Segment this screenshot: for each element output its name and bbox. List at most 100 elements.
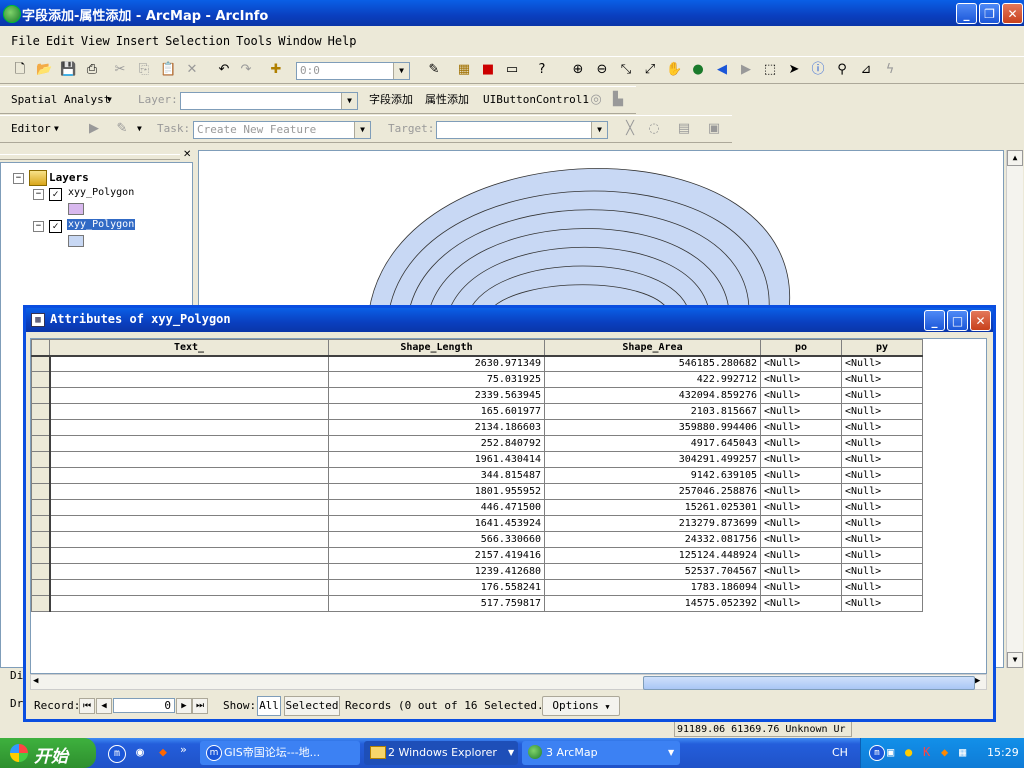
scroll-left-icon[interactable]: ◀ <box>33 676 38 686</box>
split-tool-icon[interactable]: ╳ <box>622 121 638 137</box>
cell-shape-area[interactable]: 213279.873699 <box>544 515 761 532</box>
select-features-icon[interactable]: ⬚ <box>762 62 778 78</box>
attr-minimize-button[interactable]: _ <box>924 310 945 331</box>
cell-text[interactable] <box>49 595 329 612</box>
cell-po[interactable]: <Null> <box>760 515 842 532</box>
attr-maximize-button[interactable]: □ <box>947 310 968 331</box>
network-tray-icon[interactable]: ▣ <box>887 745 894 759</box>
task-windows-explorer[interactable]: 2 Windows Explorer ▼ <box>364 741 518 765</box>
cell-po[interactable]: <Null> <box>760 531 842 548</box>
table-row[interactable]: 517.759817 14575.052392 <Null> <Null> <box>31 595 923 612</box>
cell-shape-length[interactable]: 2630.971349 <box>328 355 545 372</box>
options-button[interactable]: Options ▼ <box>542 696 620 716</box>
cell-text[interactable] <box>49 515 329 532</box>
cell-po[interactable]: <Null> <box>760 595 842 612</box>
cell-shape-area[interactable]: 2103.815667 <box>544 403 761 420</box>
cell-py[interactable]: <Null> <box>841 467 923 484</box>
display-tab-label[interactable]: Di <box>10 669 23 682</box>
collapse-icon[interactable]: − <box>33 221 44 232</box>
scroll-down-icon[interactable]: ▼ <box>1007 652 1023 668</box>
cell-po[interactable]: <Null> <box>760 547 842 564</box>
last-record-icon[interactable]: ⏭ <box>192 698 208 714</box>
cell-po[interactable]: <Null> <box>760 467 842 484</box>
cell-shape-length[interactable]: 2134.186603 <box>328 419 545 436</box>
cell-po[interactable]: <Null> <box>760 419 842 436</box>
cell-py[interactable]: <Null> <box>841 499 923 516</box>
close-button[interactable]: ✕ <box>1002 3 1023 24</box>
command-line-icon[interactable]: ▭ <box>504 62 520 78</box>
row-selector[interactable] <box>31 435 51 452</box>
cell-text[interactable] <box>49 483 329 500</box>
table-row[interactable]: 344.815487 9142.639105 <Null> <Null> <box>31 467 923 484</box>
field-add-button[interactable]: 字段添加 <box>369 91 413 109</box>
cell-shape-length[interactable]: 252.840792 <box>328 435 545 452</box>
cell-py[interactable]: <Null> <box>841 387 923 404</box>
row-selector[interactable] <box>31 483 51 500</box>
cell-shape-length[interactable]: 2157.419416 <box>328 547 545 564</box>
cell-shape-length[interactable]: 446.471500 <box>328 499 545 516</box>
menu-window[interactable]: Window <box>278 30 321 52</box>
whats-this-icon[interactable]: ? <box>534 62 550 78</box>
delete-icon[interactable]: ✕ <box>184 62 200 78</box>
cell-shape-length[interactable]: 176.558241 <box>328 579 545 596</box>
select-elements-icon[interactable]: ➤ <box>786 62 802 78</box>
maxthon-tray-icon[interactable]: m <box>869 745 885 761</box>
cell-po[interactable]: <Null> <box>760 563 842 580</box>
menu-tools[interactable]: Tools <box>236 30 272 52</box>
fixed-zoom-out-icon[interactable]: ⤢ <box>642 62 658 78</box>
copy-icon[interactable]: ⎘ <box>136 62 152 78</box>
table-row[interactable]: 1961.430414 304291.499257 <Null> <Null> <box>31 451 923 468</box>
menu-help[interactable]: Help <box>328 30 357 52</box>
sketch-tool-icon[interactable]: ✎ <box>114 121 130 137</box>
cell-text[interactable] <box>49 435 329 452</box>
cell-text[interactable] <box>49 371 329 388</box>
hyperlink-icon[interactable]: ϟ <box>882 62 898 78</box>
browser-quicklaunch-icon[interactable]: ◉ <box>132 745 148 761</box>
table-row[interactable]: 1641.453924 213279.873699 <Null> <Null> <box>31 515 923 532</box>
clock[interactable]: 15:29 <box>987 746 1019 759</box>
cell-shape-area[interactable]: 125124.448924 <box>544 547 761 564</box>
cell-po[interactable]: <Null> <box>760 387 842 404</box>
table-row[interactable]: 252.840792 4917.645043 <Null> <Null> <box>31 435 923 452</box>
attr-close-button[interactable]: ✕ <box>970 310 991 331</box>
table-row[interactable]: 2630.971349 546185.280682 <Null> <Null> <box>31 355 923 372</box>
monitor-tray-icon[interactable]: ▦ <box>959 745 966 759</box>
cell-shape-area[interactable]: 257046.258876 <box>544 483 761 500</box>
col-header-text[interactable]: Text_ <box>49 339 329 357</box>
cut-icon[interactable]: ✂ <box>112 62 128 78</box>
row-selector[interactable] <box>31 579 51 596</box>
layer-visibility-checkbox[interactable]: ✓ <box>49 220 62 233</box>
find-icon[interactable]: ⚲ <box>834 62 850 78</box>
show-selected-button[interactable]: Selected <box>284 696 340 716</box>
ui-button-control[interactable]: UIButtonControl1 <box>483 91 589 109</box>
sketch-properties-icon[interactable]: ▣ <box>706 121 722 137</box>
cell-text[interactable] <box>49 467 329 484</box>
security-tray-icon[interactable]: ◆ <box>941 745 948 759</box>
edit-tool-icon[interactable]: ▶ <box>86 121 102 137</box>
table-row[interactable]: 1239.412680 52537.704567 <Null> <Null> <box>31 563 923 580</box>
contour-icon[interactable]: ◎ <box>588 92 604 108</box>
cell-text[interactable] <box>49 451 329 468</box>
drawing-toolbar-label[interactable]: Dr <box>10 697 23 710</box>
minimize-button[interactable]: _ <box>956 3 977 24</box>
cell-shape-length[interactable]: 1801.955952 <box>328 483 545 500</box>
row-selector[interactable] <box>31 515 51 532</box>
measure-icon[interactable]: ⊿ <box>858 62 874 78</box>
maxthon-quicklaunch-icon[interactable]: m <box>108 745 126 763</box>
cell-py[interactable]: <Null> <box>841 483 923 500</box>
layer-visibility-checkbox[interactable]: ✓ <box>49 188 62 201</box>
row-selector[interactable] <box>31 371 51 388</box>
cell-py[interactable]: <Null> <box>841 371 923 388</box>
row-selector[interactable] <box>31 451 51 468</box>
start-button[interactable]: 开始 <box>0 738 96 768</box>
cell-shape-area[interactable]: 304291.499257 <box>544 451 761 468</box>
cell-text[interactable] <box>49 579 329 596</box>
layers-root-label[interactable]: Layers <box>49 171 89 184</box>
scroll-thumb[interactable] <box>643 676 975 690</box>
fixed-zoom-in-icon[interactable]: ⤡ <box>618 62 634 78</box>
cell-py[interactable]: <Null> <box>841 403 923 420</box>
collapse-icon[interactable]: − <box>33 189 44 200</box>
toc-close-icon[interactable]: ✕ <box>183 149 191 160</box>
row-selector[interactable] <box>31 387 51 404</box>
map-vertical-scrollbar[interactable]: ▲ ▼ <box>1006 150 1023 668</box>
